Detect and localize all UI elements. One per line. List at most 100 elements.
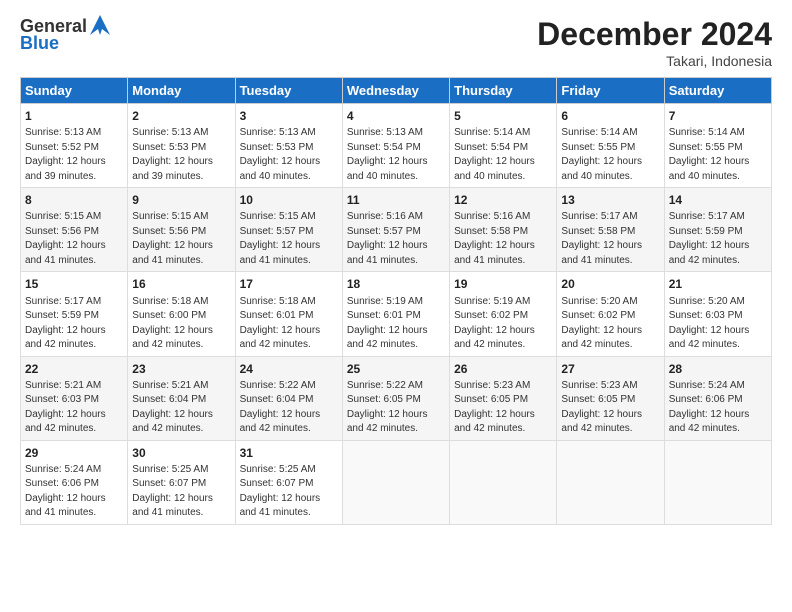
day-number: 15 (25, 276, 123, 292)
sunrise-text: Sunrise: 5:17 AM (561, 211, 637, 222)
daylight-text: Daylight: 12 hours and 41 minutes. (25, 493, 106, 519)
day-number: 20 (561, 276, 659, 292)
sunrise-text: Sunrise: 5:14 AM (669, 127, 745, 138)
sunset-text: Sunset: 6:04 PM (240, 394, 314, 405)
day-number: 13 (561, 192, 659, 208)
calendar-week-1: 1 Sunrise: 5:13 AM Sunset: 5:52 PM Daylight… (21, 104, 772, 188)
calendar-cell: 26Sunrise: 5:23 AMSunset: 6:05 PMDayligh… (450, 356, 557, 440)
sunset-text: Sunset: 6:02 PM (561, 310, 635, 321)
day-number: 6 (561, 108, 659, 124)
sunrise-text: Sunrise: 5:25 AM (132, 464, 208, 475)
day-number: 25 (347, 361, 445, 377)
sunset-text: Sunset: 5:56 PM (132, 226, 206, 237)
sunrise-text: Sunrise: 5:24 AM (25, 464, 101, 475)
calendar-cell: 15Sunrise: 5:17 AMSunset: 5:59 PMDayligh… (21, 272, 128, 356)
sunset-text: Sunset: 6:00 PM (132, 310, 206, 321)
calendar-week-2: 8 Sunrise: 5:15 AM Sunset: 5:56 PM Daylight… (21, 188, 772, 272)
sunset-text: Sunset: 6:01 PM (240, 310, 314, 321)
calendar-cell: 29 Sunrise: 5:24 AM Sunset: 6:06 PM Dayligh… (21, 440, 128, 524)
daylight-text: Daylight: 12 hours and 42 minutes. (347, 409, 428, 435)
header-sunday: Sunday (21, 78, 128, 104)
daylight-text: Daylight: 12 hours and 41 minutes. (454, 240, 535, 266)
daylight-text: Daylight: 12 hours and 42 minutes. (25, 325, 106, 351)
day-number: 19 (454, 276, 552, 292)
sunrise-text: Sunrise: 5:14 AM (561, 127, 637, 138)
sunrise-text: Sunrise: 5:24 AM (669, 380, 745, 391)
daylight-text: Daylight: 12 hours and 41 minutes. (132, 240, 213, 266)
calendar-cell (450, 440, 557, 524)
day-number: 1 (25, 108, 123, 124)
sunset-text: Sunset: 6:07 PM (240, 478, 314, 489)
sunrise-text: Sunrise: 5:21 AM (25, 380, 101, 391)
sunset-text: Sunset: 6:03 PM (669, 310, 743, 321)
calendar-cell: 24Sunrise: 5:22 AMSunset: 6:04 PMDayligh… (235, 356, 342, 440)
calendar-cell: 1 Sunrise: 5:13 AM Sunset: 5:52 PM Daylight… (21, 104, 128, 188)
daylight-text: Daylight: 12 hours and 41 minutes. (25, 240, 106, 266)
calendar-week-5: 29 Sunrise: 5:24 AM Sunset: 6:06 PM Dayligh… (21, 440, 772, 524)
sunset-text: Sunset: 5:57 PM (347, 226, 421, 237)
calendar-cell: 30Sunrise: 5:25 AMSunset: 6:07 PMDayligh… (128, 440, 235, 524)
daylight-text: Daylight: 12 hours and 42 minutes. (669, 409, 750, 435)
calendar-week-3: 15Sunrise: 5:17 AMSunset: 5:59 PMDayligh… (21, 272, 772, 356)
day-number: 3 (240, 108, 338, 124)
calendar-cell: 18Sunrise: 5:19 AMSunset: 6:01 PMDayligh… (342, 272, 449, 356)
daylight-text: Daylight: 12 hours and 42 minutes. (669, 240, 750, 266)
sunrise-text: Sunrise: 5:17 AM (669, 211, 745, 222)
location: Takari, Indonesia (537, 53, 772, 69)
sunrise-text: Sunrise: 5:14 AM (454, 127, 530, 138)
day-number: 7 (669, 108, 767, 124)
sunrise-text: Sunrise: 5:19 AM (347, 296, 423, 307)
sunrise-text: Sunrise: 5:23 AM (561, 380, 637, 391)
day-number: 27 (561, 361, 659, 377)
calendar-cell: 9 Sunrise: 5:15 AM Sunset: 5:56 PM Daylight… (128, 188, 235, 272)
daylight-text: Daylight: 12 hours and 40 minutes. (240, 156, 321, 182)
sunset-text: Sunset: 5:55 PM (669, 142, 743, 153)
sunset-text: Sunset: 6:06 PM (25, 478, 99, 489)
sunset-text: Sunset: 5:54 PM (454, 142, 528, 153)
daylight-text: Daylight: 12 hours and 41 minutes. (347, 240, 428, 266)
sunrise-text: Sunrise: 5:21 AM (132, 380, 208, 391)
calendar-cell: 23Sunrise: 5:21 AMSunset: 6:04 PMDayligh… (128, 356, 235, 440)
daylight-text: Daylight: 12 hours and 40 minutes. (454, 156, 535, 182)
daylight-text: Daylight: 12 hours and 39 minutes. (25, 156, 106, 182)
daylight-text: Daylight: 12 hours and 42 minutes. (240, 409, 321, 435)
calendar-cell: 22Sunrise: 5:21 AMSunset: 6:03 PMDayligh… (21, 356, 128, 440)
calendar-cell: 11 Sunrise: 5:16 AM Sunset: 5:57 PM Dayligh… (342, 188, 449, 272)
daylight-text: Daylight: 12 hours and 42 minutes. (25, 409, 106, 435)
day-number: 11 (347, 192, 445, 208)
day-number: 31 (240, 445, 338, 461)
sunrise-text: Sunrise: 5:18 AM (132, 296, 208, 307)
day-number: 8 (25, 192, 123, 208)
weekday-header-row: Sunday Monday Tuesday Wednesday Thursday… (21, 78, 772, 104)
sunrise-text: Sunrise: 5:16 AM (347, 211, 423, 222)
calendar-cell: 5Sunrise: 5:14 AMSunset: 5:54 PMDaylight… (450, 104, 557, 188)
title-block: December 2024 Takari, Indonesia (537, 16, 772, 69)
calendar-cell: 17Sunrise: 5:18 AMSunset: 6:01 PMDayligh… (235, 272, 342, 356)
calendar-table: Sunday Monday Tuesday Wednesday Thursday… (20, 77, 772, 525)
calendar-cell: 3Sunrise: 5:13 AMSunset: 5:53 PMDaylight… (235, 104, 342, 188)
calendar-cell: 13Sunrise: 5:17 AMSunset: 5:58 PMDayligh… (557, 188, 664, 272)
day-number: 29 (25, 445, 123, 461)
sunset-text: Sunset: 5:59 PM (669, 226, 743, 237)
calendar-cell: 19Sunrise: 5:19 AMSunset: 6:02 PMDayligh… (450, 272, 557, 356)
calendar-cell: 20Sunrise: 5:20 AMSunset: 6:02 PMDayligh… (557, 272, 664, 356)
daylight-text: Daylight: 12 hours and 42 minutes. (132, 325, 213, 351)
calendar-cell: 2Sunrise: 5:13 AMSunset: 5:53 PMDaylight… (128, 104, 235, 188)
day-number: 9 (132, 192, 230, 208)
sunset-text: Sunset: 6:05 PM (561, 394, 635, 405)
day-number: 28 (669, 361, 767, 377)
sunset-text: Sunset: 5:58 PM (561, 226, 635, 237)
sunset-text: Sunset: 5:55 PM (561, 142, 635, 153)
day-number: 30 (132, 445, 230, 461)
calendar-cell: 8Sunrise: 5:15 AMSunset: 5:56 PMDaylight… (21, 188, 128, 272)
sunrise-text: Sunrise: 5:15 AM (132, 211, 208, 222)
daylight-text: Daylight: 12 hours and 42 minutes. (454, 409, 535, 435)
sunrise-text: Sunrise: 5:13 AM (132, 127, 208, 138)
daylight-text: Daylight: 12 hours and 39 minutes. (132, 156, 213, 182)
calendar-cell: 10Sunrise: 5:15 AMSunset: 5:57 PMDayligh… (235, 188, 342, 272)
sunset-text: Sunset: 5:52 PM (25, 142, 99, 153)
sunrise-text: Sunrise: 5:18 AM (240, 296, 316, 307)
sunrise-text: Sunrise: 5:13 AM (25, 127, 101, 138)
sunrise-text: Sunrise: 5:13 AM (347, 127, 423, 138)
day-number: 16 (132, 276, 230, 292)
